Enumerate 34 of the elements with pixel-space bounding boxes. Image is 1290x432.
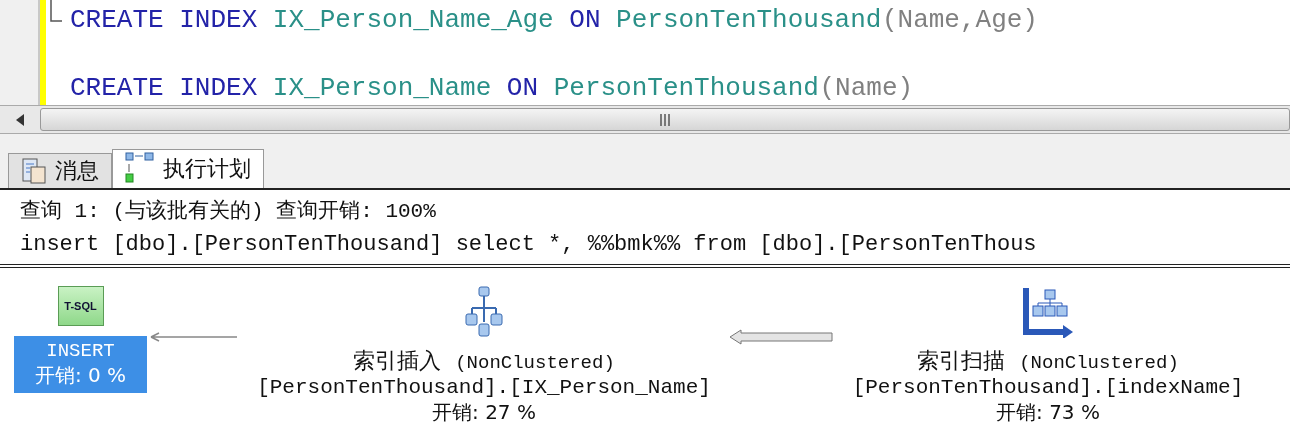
scroll-thumb[interactable] [40,108,1290,131]
query-statement-text: insert [dbo].[PersonTenThousand] select *, %%bmk%% from [dbo].[PersonTenThous [20,231,1038,259]
horizontal-scrollbar[interactable] [0,105,1290,134]
tab[interactable]: 消息 [8,153,112,188]
scroll-left-icon[interactable] [16,113,24,126]
code-token: CREATE [70,5,164,35]
arrow-icon [149,332,237,342]
code-token: CREATE [70,73,164,103]
operator-object: [PersonTenThousand].[indexName] [852,376,1244,399]
code-token: PersonTenThousand [553,73,819,103]
grip-icon [659,113,671,126]
query-cost-text: 查询 1: (与该批有关的) 查询开销: 100% [20,198,437,225]
code-token: IX_Person_Name [272,73,492,103]
document-icon [21,157,47,185]
plan-icon [125,152,155,186]
operator-object: [PersonTenThousand].[IX_Person_Name] [257,376,711,399]
index-scan-icon [1023,286,1073,338]
code-token: PersonTenThousand [616,5,882,35]
operator-cost: 开销: 27 % [432,399,536,426]
operator-title: 索引扫描 (NonClustered) [917,347,1179,376]
code-token: ON [506,73,539,103]
code-token: (Name) [819,73,914,103]
hierarchy-icon [464,286,504,338]
code-token: INDEX [179,5,258,35]
code-token: (Name,Age) [881,5,1038,35]
code-token: ON [569,5,601,35]
fold-line-icon [50,0,62,22]
code-token: INDEX [179,73,258,103]
operator-cost: 开销: 73 % [996,399,1100,426]
tsql-icon[interactable]: T-SQL [57,286,104,326]
tab[interactable]: 执行计划 [112,149,264,188]
arrow-icon [729,328,833,346]
code-token: IX_Person_Name_Age [272,5,554,35]
operator-title: 索引插入 (NonClustered) [353,347,615,376]
